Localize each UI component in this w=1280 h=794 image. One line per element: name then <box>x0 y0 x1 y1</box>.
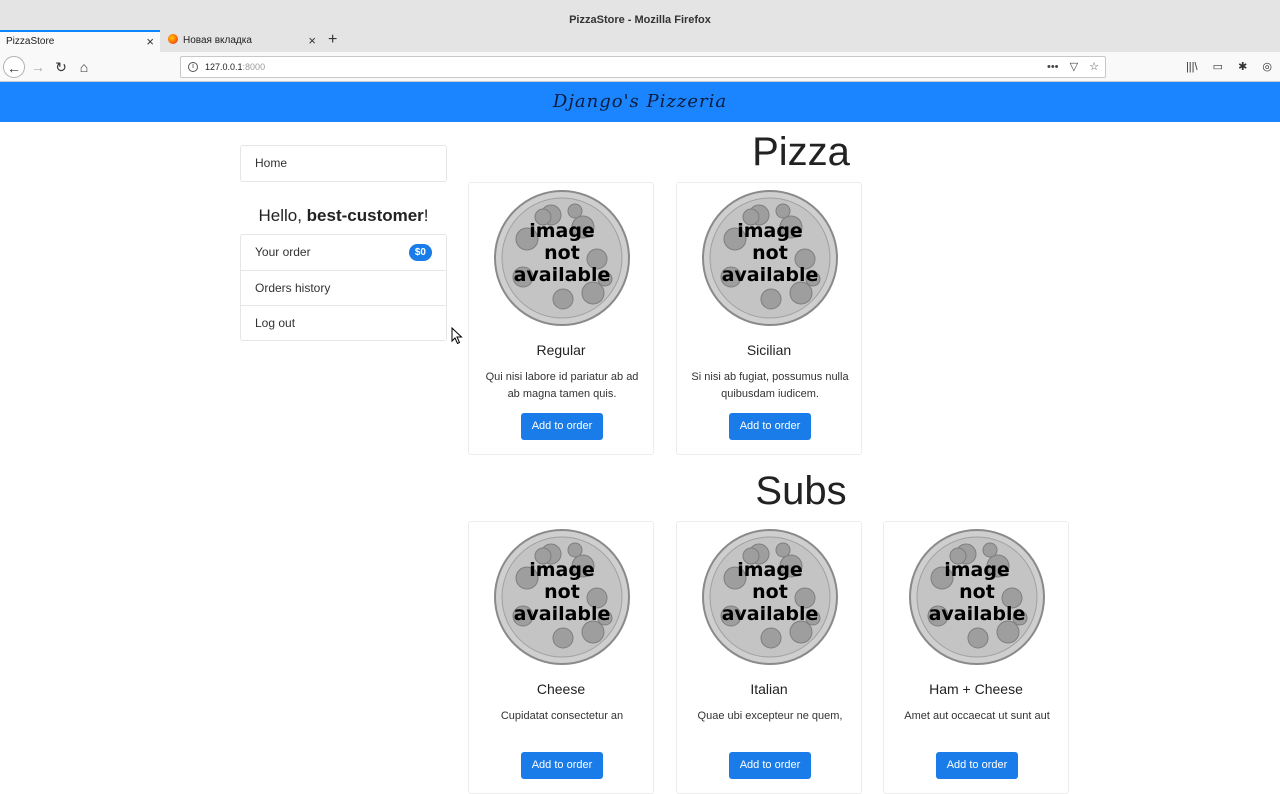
pizza-placeholder-icon: imagenotavailable <box>702 529 838 665</box>
tab-bar: PizzaStore × Новая вкладка × + <box>0 30 1280 52</box>
placeholder-text: image <box>944 559 1010 581</box>
close-icon[interactable]: × <box>308 30 316 52</box>
placeholder-text: available <box>514 603 611 625</box>
product-card: image not available Italian Quae ubi excep… <box>676 521 862 794</box>
placeholder-text: available <box>929 603 1026 625</box>
tab-label: Новая вкладка <box>183 35 252 46</box>
add-to-order-button[interactable]: Add to order <box>521 752 603 779</box>
firefox-icon <box>168 34 178 45</box>
your-order-label: Your order <box>255 245 311 259</box>
sidebar: Home Hello, best-customer! Your order $0… <box>240 145 447 341</box>
greeting-suffix: ! <box>423 206 429 225</box>
tab-new[interactable]: Новая вкладка × <box>162 30 322 52</box>
placeholder-text: image <box>529 220 595 242</box>
mouse-cursor-icon <box>451 327 463 345</box>
close-icon[interactable]: × <box>146 32 154 52</box>
product-description: Qui nisi labore id pariatur ab ad ab mag… <box>485 371 639 400</box>
product-name: Italian <box>750 681 788 697</box>
extension-icon[interactable]: ✱ <box>1238 61 1247 73</box>
pizza-placeholder-icon: imagenotavailable <box>494 190 630 326</box>
order-total-badge: $0 <box>408 244 432 261</box>
url-bar[interactable]: i 127.0.0.1:8000 ••• ▽ ☆ <box>180 56 1106 78</box>
library-icon[interactable]: |||\ <box>1186 61 1198 73</box>
placeholder-text: image <box>529 559 595 581</box>
placeholder-text: image <box>737 220 803 242</box>
placeholder-text: not <box>544 581 580 603</box>
product-name: Ham + Cheese <box>929 681 1023 697</box>
new-tab-icon[interactable]: + <box>328 30 337 50</box>
product-description: Cupidatat consectetur an <box>500 710 624 722</box>
placeholder-text: not <box>544 242 580 264</box>
username: best-customer <box>306 206 424 225</box>
product-description: Amet aut occaecat ut sunt aut <box>904 710 1050 722</box>
section-title-subs: Subs <box>755 469 847 513</box>
product-card: image not available Sicilian Si nisi ab fu… <box>676 182 862 455</box>
url-port: :8000 <box>242 62 266 72</box>
product-card: image not available Ham + Cheese Amet aut … <box>883 521 1069 794</box>
section-title-pizza: Pizza <box>752 130 850 174</box>
url-host: 127.0.0.1 <box>205 62 243 72</box>
sync-icon[interactable]: ◎ <box>1262 61 1272 73</box>
placeholder-text: available <box>514 264 611 286</box>
product-name: Sicilian <box>746 342 792 358</box>
placeholder-image: image not available <box>701 189 839 327</box>
pizza-placeholder-icon: imagenotavailable <box>494 529 630 665</box>
window-title: PizzaStore - Mozilla Firefox <box>0 0 1280 30</box>
placeholder-text: not <box>959 581 995 603</box>
placeholder-image: image not available <box>701 528 839 666</box>
placeholder-image: image not available <box>493 189 631 327</box>
greeting: Hello, best-customer! <box>240 206 447 226</box>
add-to-order-button[interactable]: Add to order <box>729 752 811 779</box>
placeholder-text: not <box>752 581 788 603</box>
placeholder-text: image <box>737 559 803 581</box>
nav-toolbar: ← → ↻ ⌂ i 127.0.0.1:8000 ••• ▽ ☆ |||\ ▭ … <box>0 52 1280 82</box>
placeholder-image: image not available <box>493 528 631 666</box>
add-to-order-button[interactable]: Add to order <box>729 413 811 440</box>
placeholder-text: available <box>722 264 819 286</box>
greeting-prefix: Hello, <box>258 206 307 225</box>
forward-icon[interactable]: → <box>27 56 49 78</box>
tab-label: PizzaStore <box>6 36 55 47</box>
info-icon[interactable]: i <box>188 62 198 72</box>
product-description: Quae ubi excepteur ne quem, <box>697 710 843 722</box>
more-icon[interactable]: ••• <box>1047 61 1059 73</box>
home-nav: Home <box>240 145 447 182</box>
bookmark-star-icon[interactable]: ☆ <box>1089 61 1099 73</box>
site-brand[interactable]: Django's Pizzeria <box>0 82 1280 122</box>
add-to-order-button[interactable]: Add to order <box>521 413 603 440</box>
product-card: image not available Cheese Cupidatat conse… <box>468 521 654 794</box>
placeholder-image: image not available <box>908 528 1046 666</box>
reload-icon[interactable]: ↻ <box>50 56 72 78</box>
placeholder-text: available <box>722 603 819 625</box>
account-nav: Your order $0 Orders history Log out <box>240 234 447 341</box>
add-to-order-button[interactable]: Add to order <box>936 752 1018 779</box>
home-icon[interactable]: ⌂ <box>73 56 95 78</box>
product-card: image not available Regular Qui nisi labor… <box>468 182 654 455</box>
pizza-placeholder-icon: imagenotavailable <box>909 529 1045 665</box>
home-link[interactable]: Home <box>241 146 446 181</box>
back-icon[interactable]: ← <box>3 56 25 78</box>
your-order-link[interactable]: Your order $0 <box>241 235 446 270</box>
product-name: Regular <box>536 342 586 358</box>
product-description: Si nisi ab fugiat, possumus nulla quibus… <box>691 371 849 400</box>
product-name: Cheese <box>536 681 586 697</box>
pocket-icon[interactable]: ▽ <box>1070 61 1078 73</box>
tab-pizzastore[interactable]: PizzaStore × <box>0 30 160 52</box>
sidebar-icon[interactable]: ▭ <box>1213 61 1223 73</box>
pizza-placeholder-icon: imagenotavailable <box>702 190 838 326</box>
orders-history-link[interactable]: Orders history <box>241 270 446 305</box>
placeholder-text: not <box>752 242 788 264</box>
logout-link[interactable]: Log out <box>241 305 446 340</box>
